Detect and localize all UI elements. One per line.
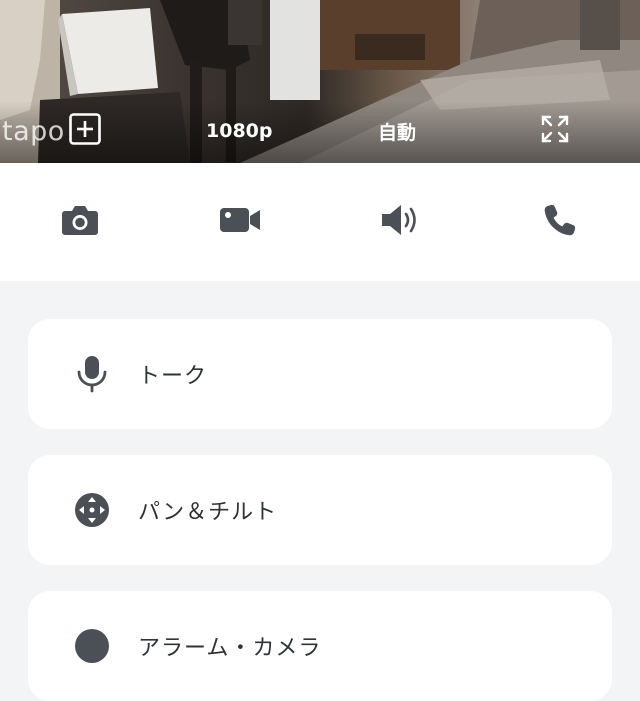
record-button[interactable]	[218, 200, 262, 244]
call-button[interactable]	[538, 200, 582, 244]
speaker-icon	[380, 203, 420, 241]
quick-actions-bar	[0, 163, 640, 281]
phone-icon	[543, 203, 577, 241]
microphone-icon	[72, 354, 112, 394]
add-button[interactable]	[68, 108, 102, 154]
resolution-selector[interactable]: 1080p	[206, 108, 272, 154]
feed-toolbar: tapo 1080p 自動	[0, 108, 640, 154]
alarm-label: アラーム・カメラ	[138, 636, 322, 661]
talk-card[interactable]: トーク	[28, 319, 612, 429]
plus-square-icon	[68, 112, 102, 150]
snapshot-button[interactable]	[58, 200, 102, 244]
video-record-icon	[219, 206, 261, 238]
alarm-card[interactable]: アラーム・カメラ	[28, 591, 612, 701]
pan-tilt-icon	[72, 490, 112, 530]
fullscreen-button[interactable]	[540, 108, 570, 154]
alarm-icon	[72, 626, 112, 666]
camera-icon	[61, 204, 99, 240]
pan-tilt-card[interactable]: パン＆チルト	[28, 455, 612, 565]
mode-selector[interactable]: 自動	[378, 108, 416, 154]
fullscreen-icon	[540, 114, 570, 148]
pan-tilt-label: パン＆チルト	[138, 500, 278, 525]
tapo-watermark: tapo	[2, 115, 65, 147]
speaker-button[interactable]	[378, 200, 422, 244]
camera-live-view[interactable]: tapo 1080p 自動	[0, 0, 640, 163]
talk-label: トーク	[138, 364, 208, 389]
